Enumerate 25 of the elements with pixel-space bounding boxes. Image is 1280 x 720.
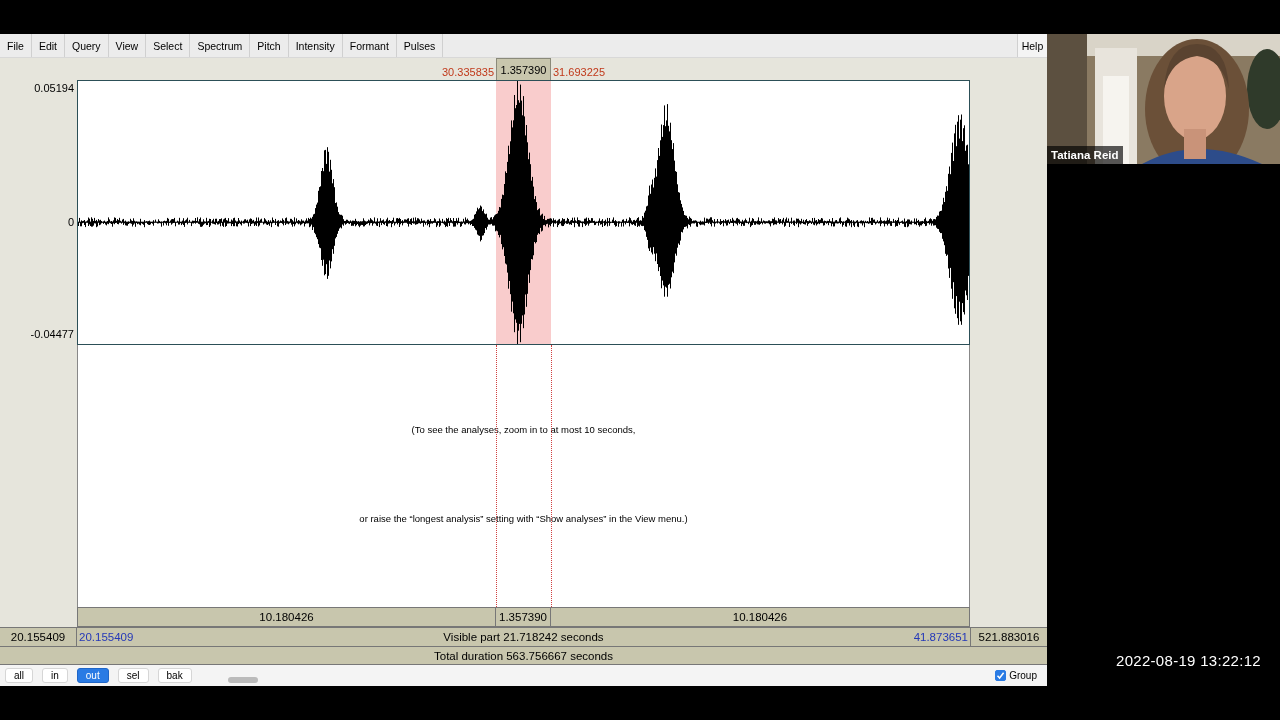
selection-end: 31.693225 xyxy=(552,66,606,80)
analysis-message: or raise the “longest analysis” setting with “Show analyses” in the View menu.) xyxy=(359,513,688,524)
selection-start: 30.335835 xyxy=(441,66,495,80)
visible-part[interactable]: Visible part 21.718242 seconds xyxy=(135,631,912,643)
zoom-button[interactable]: out xyxy=(76,668,109,683)
timestamp: 2022-08-19 13:22:12 xyxy=(1116,652,1261,669)
segment-duration[interactable]: 10.180426 xyxy=(550,608,969,626)
selection-length: 1.357390 xyxy=(496,58,551,80)
zoom-button[interactable]: sel xyxy=(117,668,149,683)
group-label: Group xyxy=(1009,670,1037,681)
zoom-button[interactable]: bak xyxy=(157,668,192,683)
window-end: 41.873651 xyxy=(912,631,969,643)
segment-duration[interactable]: 10.180426 xyxy=(78,608,497,626)
total-duration[interactable]: Total duration 563.756667 seconds xyxy=(434,649,613,662)
zoom-button[interactable]: in xyxy=(42,668,68,683)
segment-duration[interactable]: 1.357390 xyxy=(496,608,551,626)
scrollbar-thumb[interactable] xyxy=(227,677,258,683)
window-start: 20.155409 xyxy=(78,631,135,643)
zoom-button[interactable]: all xyxy=(5,668,33,683)
group-checkbox[interactable] xyxy=(995,670,1007,681)
axis-label: 0 xyxy=(67,216,74,229)
participant-name: Tatiana Reid xyxy=(1047,146,1123,164)
axis-label: 0.05194 xyxy=(34,82,74,94)
axis-label: -0.04477 xyxy=(30,328,74,340)
help-menu[interactable]: Help xyxy=(1017,34,1047,57)
